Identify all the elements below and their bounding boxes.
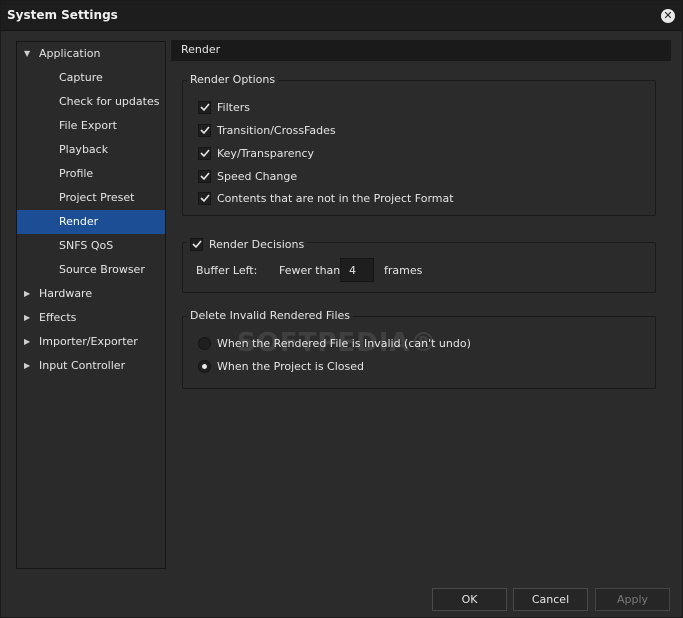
expanded-arrow-icon[interactable]: ▼ — [24, 42, 30, 66]
tree-item-label: SNFS QoS — [59, 239, 114, 252]
collapsed-arrow-icon[interactable]: ▶ — [24, 282, 30, 306]
delete-when-invalid-radio[interactable] — [198, 336, 211, 350]
check-icon — [199, 126, 210, 135]
tree-item-profile[interactable]: Profile — [17, 162, 165, 186]
frames-unit-label: frames — [384, 264, 423, 277]
page-header: Render — [171, 40, 671, 61]
tree-item-hardware[interactable]: ▶ Hardware — [17, 282, 165, 306]
tree-item-render[interactable]: Render — [17, 210, 165, 234]
apply-button[interactable]: Apply — [595, 588, 670, 611]
delete-when-closed-radio[interactable] — [198, 359, 211, 373]
render-decisions-label: Render Decisions — [209, 237, 305, 251]
option-transition-crossfades[interactable]: Transition/CrossFades — [198, 121, 336, 139]
option-label: Transition/CrossFades — [217, 123, 336, 137]
collapsed-arrow-icon[interactable]: ▶ — [24, 354, 30, 378]
option-key-transparency[interactable]: Key/Transparency — [198, 144, 314, 162]
buffer-left-label: Buffer Left: — [196, 264, 258, 277]
check-icon — [199, 149, 210, 158]
render-decisions-toggle[interactable]: Render Decisions — [187, 235, 308, 253]
speed-change-checkbox[interactable] — [198, 169, 211, 183]
tree-item-input-controller[interactable]: ▶ Input Controller — [17, 354, 165, 378]
close-icon[interactable]: ✕ — [661, 9, 675, 23]
collapsed-arrow-icon[interactable]: ▶ — [24, 330, 30, 354]
tree-item-label: Check for updates — [59, 95, 160, 108]
key-transparency-checkbox[interactable] — [198, 146, 211, 160]
tree-item-label: Importer/Exporter — [39, 335, 138, 348]
delete-invalid-title: Delete Invalid Rendered Files — [187, 309, 353, 322]
filters-checkbox[interactable] — [198, 100, 211, 114]
render-options-title: Render Options — [187, 73, 279, 86]
tree-item-source-browser[interactable]: Source Browser — [17, 258, 165, 282]
tree-item-capture[interactable]: Capture — [17, 66, 165, 90]
radio-selected-dot — [202, 363, 207, 369]
option-contents-not-in-format[interactable]: Contents that are not in the Project For… — [198, 189, 454, 207]
tree-item-label: Capture — [59, 71, 103, 84]
render-decisions-checkbox[interactable] — [190, 237, 203, 251]
window-title: System Settings — [7, 8, 118, 22]
buffer-frames-input[interactable] — [340, 258, 374, 282]
tree-item-snfs-qos[interactable]: SNFS QoS — [17, 234, 165, 258]
tree-item-label: Profile — [59, 167, 94, 180]
check-icon — [199, 194, 210, 203]
title-bar[interactable]: System Settings ✕ — [1, 1, 682, 31]
collapsed-arrow-icon[interactable]: ▶ — [24, 306, 30, 330]
option-delete-when-closed[interactable]: When the Project is Closed — [198, 357, 364, 375]
check-icon — [199, 172, 210, 181]
option-label: Key/Transparency — [217, 146, 315, 160]
tree-item-label: Effects — [39, 311, 77, 324]
tree-item-label: File Export — [59, 119, 117, 132]
cancel-button[interactable]: Cancel — [513, 588, 588, 611]
option-filters[interactable]: Filters — [198, 98, 250, 116]
tree-item-label: Input Controller — [39, 359, 126, 372]
tree-item-label: Hardware — [39, 287, 93, 300]
softpedia-watermark: SOFTPEDIA® — [237, 328, 438, 358]
transition-checkbox[interactable] — [198, 123, 211, 137]
tree-item-file-export[interactable]: File Export — [17, 114, 165, 138]
tree-item-check-for-updates[interactable]: Check for updates — [17, 90, 165, 114]
tree-item-label: Project Preset — [59, 191, 135, 204]
option-speed-change[interactable]: Speed Change — [198, 167, 297, 185]
tree-item-label: Render — [59, 215, 99, 228]
tree-item-label: Source Browser — [59, 263, 145, 276]
option-label: When the Project is Closed — [217, 359, 364, 373]
option-label: Filters — [217, 100, 250, 114]
option-label: Contents that are not in the Project For… — [217, 191, 454, 205]
tree-item-importer-exporter[interactable]: ▶ Importer/Exporter — [17, 330, 165, 354]
tree-item-effects[interactable]: ▶ Effects — [17, 306, 165, 330]
settings-tree[interactable]: ▼ Application Capture Check for updates … — [16, 41, 166, 569]
system-settings-window: System Settings ✕ ▼ Application Capture … — [0, 0, 683, 618]
tree-item-label: Application — [39, 47, 101, 60]
page-title: Render — [181, 43, 221, 56]
option-label: Speed Change — [217, 169, 298, 183]
tree-item-project-preset[interactable]: Project Preset — [17, 186, 165, 210]
tree-item-playback[interactable]: Playback — [17, 138, 165, 162]
check-icon — [191, 240, 202, 249]
ok-button[interactable]: OK — [432, 588, 507, 611]
check-icon — [199, 103, 210, 112]
fewer-than-label: Fewer than — [279, 264, 341, 277]
tree-item-application[interactable]: ▼ Application — [17, 42, 165, 66]
tree-item-label: Playback — [59, 143, 109, 156]
contents-checkbox[interactable] — [198, 191, 211, 205]
